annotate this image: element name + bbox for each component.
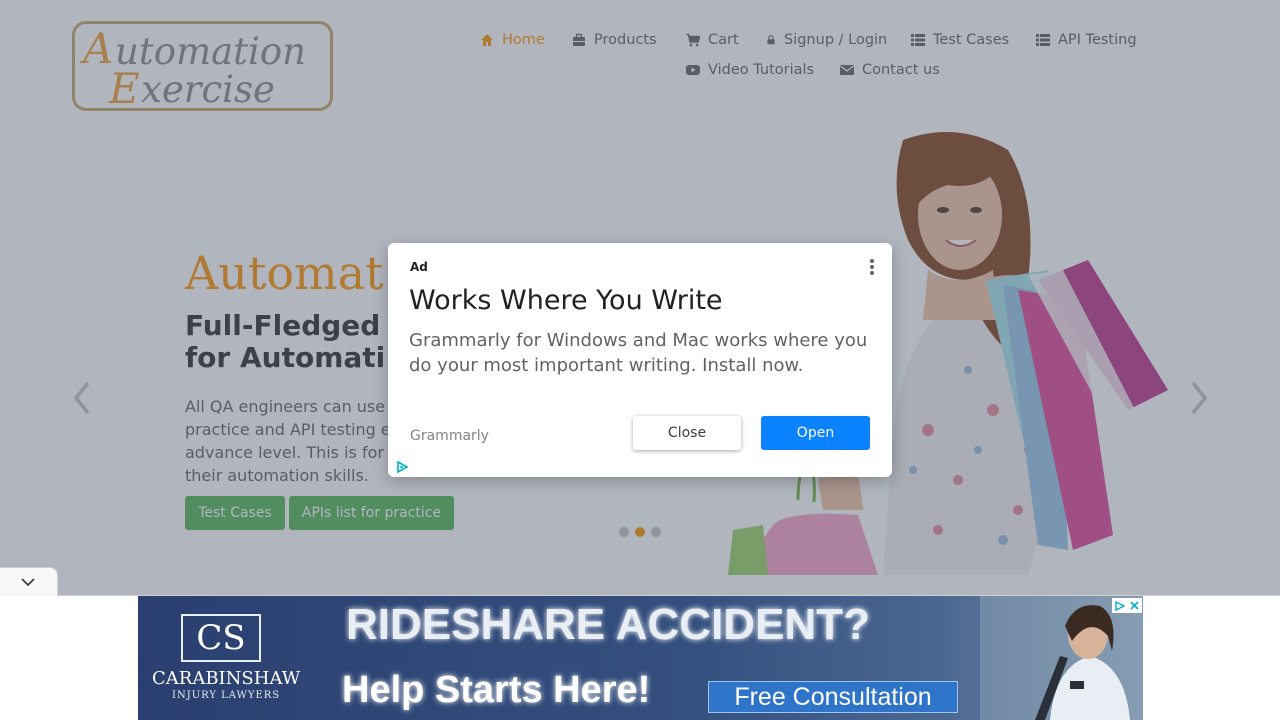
anchor-ad-collapse-tab[interactable] [0, 567, 58, 596]
banner-photo [980, 596, 1143, 720]
page: A utomation E xercise Home Products Cart… [0, 0, 1280, 720]
bottom-banner-ad[interactable]: CS CARABINSHAW INJURY LAWYERS RIDESHARE … [138, 596, 1143, 720]
chevron-down-icon [21, 578, 35, 587]
carabinshaw-logo: CS CARABINSHAW INJURY LAWYERS [150, 610, 300, 706]
adchoices-icon[interactable] [396, 461, 408, 473]
ad-title[interactable]: Works Where You Write [409, 285, 723, 316]
interstitial-ad-dialog: Ad Works Where You Write Grammarly for W… [388, 243, 892, 477]
banner-subheadline: Help Starts Here! [342, 669, 651, 711]
ad-advertiser[interactable]: Grammarly [410, 428, 489, 444]
more-options-icon[interactable] [867, 258, 877, 276]
free-consultation-button[interactable]: Free Consultation [708, 681, 958, 713]
ad-label: Ad [410, 260, 428, 274]
ad-open-button[interactable]: Open [761, 416, 870, 450]
banner-adchoices[interactable] [1112, 598, 1142, 613]
ad-body[interactable]: Grammarly for Windows and Mac works wher… [409, 328, 879, 378]
ad-close-button[interactable]: Close [633, 416, 741, 450]
close-icon[interactable] [1130, 601, 1139, 610]
logo-name: CARABINSHAW [152, 668, 301, 689]
logo-mark: CS [181, 614, 261, 662]
logo-subtitle: INJURY LAWYERS [172, 690, 281, 701]
banner-headline: RIDESHARE ACCIDENT? [346, 600, 870, 649]
adchoices-icon[interactable] [1115, 600, 1125, 611]
